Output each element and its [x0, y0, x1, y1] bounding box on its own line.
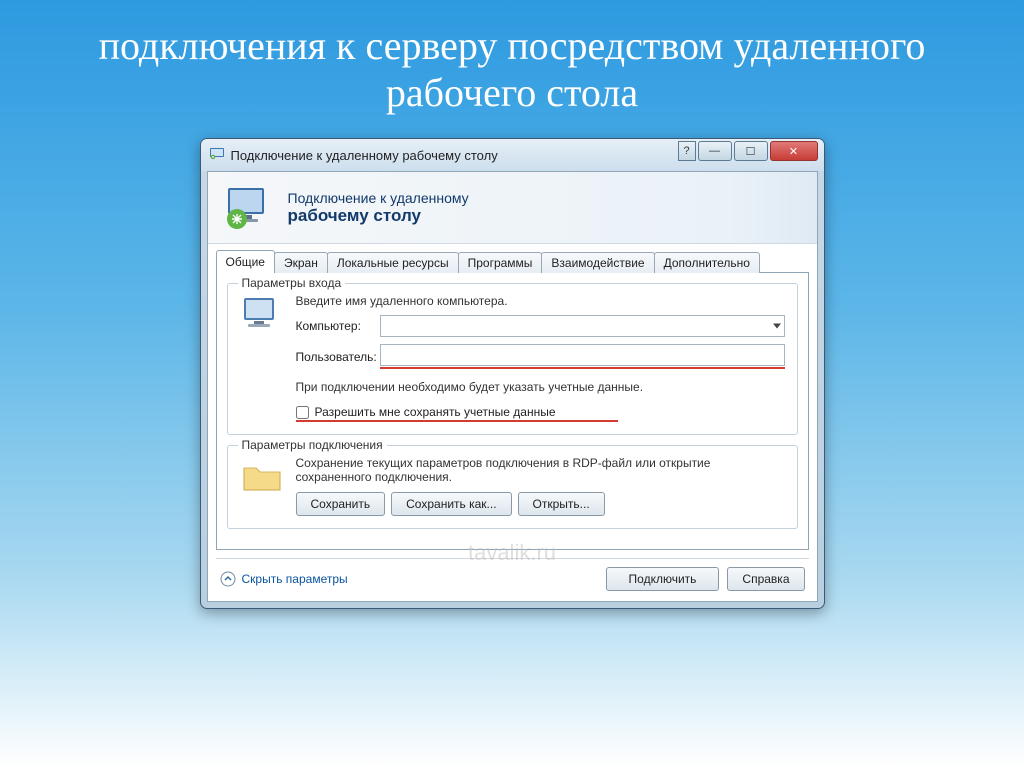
header-line1: Подключение к удаленному: [288, 190, 469, 206]
tab-local-resources[interactable]: Локальные ресурсы: [327, 252, 459, 273]
login-legend: Параметры входа: [238, 276, 346, 290]
user-input[interactable]: [380, 344, 785, 366]
user-label: Пользователь:: [296, 350, 374, 364]
rdp-window: Подключение к удаленному рабочему столу …: [200, 138, 825, 609]
annotation-underline-user: [380, 367, 785, 369]
save-as-button[interactable]: Сохранить как...: [391, 492, 511, 516]
annotation-underline-checkbox: [296, 420, 619, 422]
connection-groupbox: Параметры подключения Сохранение текущих…: [227, 445, 798, 529]
connect-button[interactable]: Подключить: [606, 567, 720, 591]
computer-input[interactable]: [380, 315, 785, 337]
save-credentials-row[interactable]: Разрешить мне сохранять учетные данные: [296, 405, 785, 419]
login-prompt: Введите имя удаленного компьютера.: [296, 294, 785, 308]
connection-legend: Параметры подключения: [238, 438, 387, 452]
help-button[interactable]: Справка: [727, 567, 804, 591]
tab-general[interactable]: Общие: [216, 250, 275, 273]
close-button[interactable]: ✕: [770, 141, 818, 161]
computer-icon: [240, 294, 290, 341]
tab-display[interactable]: Экран: [274, 252, 328, 273]
computer-combo[interactable]: [380, 315, 785, 337]
login-hint: При подключении необходимо будет указать…: [296, 380, 785, 394]
tab-advanced[interactable]: Дополнительно: [654, 252, 760, 273]
tab-body-general: Параметры входа Введите имя удаленного к…: [216, 272, 809, 550]
save-credentials-checkbox[interactable]: [296, 406, 309, 419]
hide-params-link[interactable]: Скрыть параметры: [220, 571, 348, 587]
login-groupbox: Параметры входа Введите имя удаленного к…: [227, 283, 798, 435]
open-button[interactable]: Открыть...: [518, 492, 605, 516]
help-icon[interactable]: ?: [678, 141, 696, 161]
header-line2: рабочему столу: [288, 206, 469, 226]
window-title: Подключение к удаленному рабочему столу: [231, 148, 498, 163]
save-button[interactable]: Сохранить: [296, 492, 386, 516]
app-icon: [209, 145, 225, 166]
rdp-large-icon: [222, 182, 274, 234]
computer-label: Компьютер:: [296, 319, 374, 333]
slide-title: подключения к серверу посредством удален…: [8, 8, 1016, 116]
chevron-down-icon[interactable]: [773, 324, 781, 329]
maximize-button[interactable]: ☐: [734, 141, 768, 161]
watermark: tavalik.ru: [468, 540, 556, 566]
tab-experience[interactable]: Взаимодействие: [541, 252, 654, 273]
header-banner: Подключение к удаленному рабочему столу: [208, 172, 817, 244]
minimize-button[interactable]: —: [698, 141, 732, 161]
titlebar[interactable]: Подключение к удаленному рабочему столу …: [201, 139, 824, 171]
connection-desc: Сохранение текущих параметров подключени…: [296, 456, 785, 484]
tab-programs[interactable]: Программы: [458, 252, 543, 273]
folder-icon: [240, 456, 284, 516]
collapse-icon: [220, 571, 236, 587]
tabs: Общие Экран Локальные ресурсы Программы …: [216, 252, 809, 273]
save-credentials-label: Разрешить мне сохранять учетные данные: [315, 405, 556, 419]
